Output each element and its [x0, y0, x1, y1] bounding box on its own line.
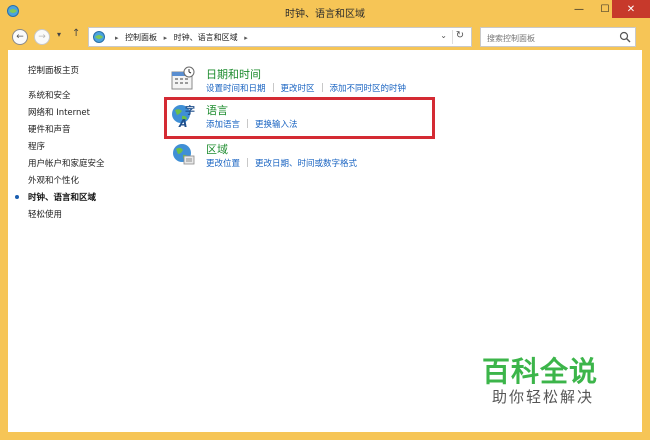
- sidebar-item-home[interactable]: 控制面板主页: [28, 64, 79, 76]
- minimize-button[interactable]: —: [566, 0, 592, 18]
- close-button[interactable]: ✕: [612, 0, 650, 18]
- sidebar-item-system-security[interactable]: 系统和安全: [28, 89, 71, 101]
- search-box[interactable]: [480, 27, 636, 47]
- forward-button[interactable]: →: [34, 29, 50, 45]
- search-icon: [619, 31, 631, 43]
- watermark-logo: 百科全说: [482, 355, 599, 388]
- refresh-icon: ↻: [455, 30, 465, 41]
- sidebar-item-clock-language-region[interactable]: 时钟、语言和区域: [28, 191, 96, 203]
- link-set-time-date[interactable]: 设置时间和日期: [206, 84, 266, 94]
- sidebar-item-hardware-sound[interactable]: 硬件和声音: [28, 123, 71, 135]
- breadcrumb-separator-icon: ▸: [115, 34, 119, 42]
- link-change-location[interactable]: 更改位置: [206, 159, 240, 169]
- sidebar-item-appearance[interactable]: 外观和个性化: [28, 174, 79, 186]
- search-input[interactable]: [485, 30, 615, 46]
- arrow-left-icon: ←: [16, 32, 24, 42]
- sidebar-item-programs[interactable]: 程序: [28, 140, 45, 152]
- recent-pages-dropdown[interactable]: ▾: [57, 30, 61, 39]
- link-divider: [272, 83, 274, 92]
- window-title: 时钟、语言和区域: [285, 9, 365, 20]
- watermark-tagline: 助你轻松解决: [492, 388, 595, 406]
- category-heading-date-time[interactable]: 日期和时间: [206, 66, 261, 82]
- breadcrumb-separator-icon: ▸: [163, 34, 168, 42]
- title-bar: 时钟、语言和区域 — ☐ ✕: [0, 0, 650, 24]
- address-row: ← → ▾ ↑ ▸ 控制面板 ▸ 时钟、语言和区域 ▸ ⌄ ↻ 搜索控制面板: [0, 24, 650, 50]
- language-highlight-box: [164, 97, 435, 139]
- breadcrumb-clock-language-region[interactable]: 时钟、语言和区域: [174, 33, 238, 42]
- sidebar-item-user-accounts[interactable]: 用户帐户和家庭安全: [28, 157, 105, 169]
- refresh-button[interactable]: ↻: [452, 30, 467, 44]
- control-panel-icon: [93, 31, 105, 43]
- link-divider: [321, 83, 323, 92]
- link-change-time-zone[interactable]: 更改时区: [281, 84, 315, 94]
- link-change-date-time-number-format[interactable]: 更改日期、时间或数字格式: [255, 159, 357, 169]
- sidebar-item-network[interactable]: 网络和 Internet: [28, 106, 90, 118]
- back-button[interactable]: ←: [12, 29, 28, 45]
- breadcrumb-control-panel[interactable]: 控制面板: [125, 33, 157, 42]
- control-panel-window: 时钟、语言和区域 — ☐ ✕ ← → ▾ ↑ ▸ 控制面板 ▸ 时钟、语言和区域…: [0, 0, 650, 440]
- category-heading-region[interactable]: 区域: [206, 141, 228, 157]
- category-links-date-time: 设置时间和日期 更改时区 添加不同时区的时钟: [206, 82, 406, 94]
- current-item-bullet: [15, 195, 19, 199]
- link-add-clocks[interactable]: 添加不同时区的时钟: [330, 84, 407, 94]
- address-bar[interactable]: ▸ 控制面板 ▸ 时钟、语言和区域 ▸ ⌄ ↻: [88, 27, 472, 47]
- category-links-region: 更改位置 更改日期、时间或数字格式: [206, 157, 357, 169]
- arrow-up-icon: ↑: [72, 28, 81, 39]
- sidebar-item-ease-of-access[interactable]: 轻松使用: [28, 208, 62, 220]
- chevron-down-icon: ⌄: [440, 31, 447, 40]
- arrow-right-icon: →: [38, 32, 46, 42]
- breadcrumb: ▸ 控制面板 ▸ 时钟、语言和区域 ▸: [111, 32, 252, 43]
- up-button[interactable]: ↑: [72, 28, 80, 39]
- calendar-clock-icon: [171, 66, 195, 90]
- region-globe-icon: [173, 144, 195, 165]
- link-divider: [247, 158, 249, 167]
- address-history-dropdown[interactable]: ⌄: [440, 31, 447, 40]
- chevron-down-icon: ▾: [57, 30, 62, 39]
- breadcrumb-separator-icon: ▸: [244, 34, 248, 42]
- content-area: 控制面板主页 系统和安全 网络和 Internet 硬件和声音 程序 用户帐户和…: [8, 50, 642, 432]
